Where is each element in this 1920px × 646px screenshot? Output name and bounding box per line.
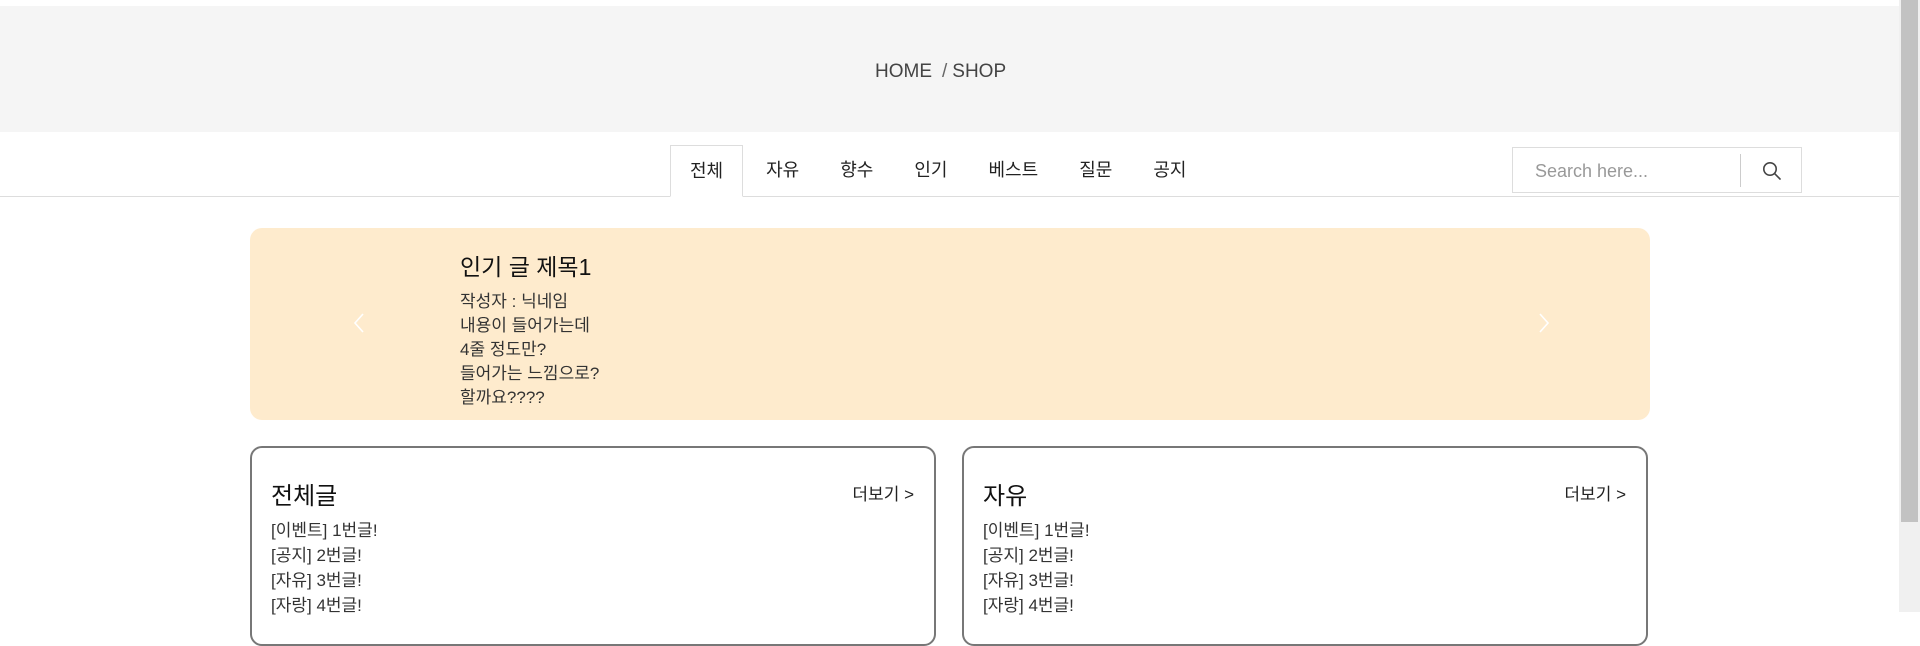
search-box	[1512, 147, 1802, 193]
slide-body-line: 할까요????	[460, 388, 545, 407]
category-tabs: 전체 자유 향수 인기 베스트 질문 공지	[670, 145, 1209, 197]
slide-body-line: 들어가는 느낌으로?	[460, 364, 600, 383]
tab-all[interactable]: 전체	[670, 145, 744, 197]
carousel-slide[interactable]: 인기 글 제목1 작성자 : 닉네임 내용이 들어가는데 4줄 정도만? 들어가…	[460, 248, 599, 410]
popular-posts-carousel: 인기 글 제목1 작성자 : 닉네임 내용이 들어가는데 4줄 정도만? 들어가…	[250, 228, 1650, 420]
breadcrumb-current: SHOP	[952, 61, 1007, 82]
search-icon	[1763, 162, 1781, 180]
board-title: 자유	[983, 483, 1028, 510]
search-input[interactable]	[1535, 158, 1733, 184]
post-item[interactable]: [공지] 2번글!	[271, 543, 378, 568]
search-button[interactable]	[1757, 156, 1787, 186]
board-card-free: 자유 더보기 > [이벤트] 1번글! [공지] 2번글! [자유] 3번글! …	[962, 446, 1648, 646]
board-more-link[interactable]: 더보기 >	[852, 480, 914, 505]
post-item[interactable]: [공지] 2번글!	[983, 543, 1090, 568]
breadcrumb: HOME / SHOP	[875, 61, 1006, 83]
board-more-link[interactable]: 더보기 >	[1564, 480, 1626, 505]
tab-popular[interactable]: 인기	[896, 145, 965, 196]
chevron-left-icon	[353, 313, 364, 333]
board-card-all: 전체글 더보기 > [이벤트] 1번글! [공지] 2번글! [자유] 3번글!…	[250, 446, 936, 646]
breadcrumb-home[interactable]: HOME	[875, 61, 932, 82]
post-item[interactable]: [자랑] 4번글!	[271, 593, 378, 618]
post-item[interactable]: [이벤트] 1번글!	[983, 518, 1090, 543]
slide-author: 작성자 : 닉네임	[460, 292, 569, 311]
carousel-prev-button[interactable]	[347, 308, 371, 338]
board-post-list: [이벤트] 1번글! [공지] 2번글! [자유] 3번글! [자랑] 4번글!	[271, 518, 378, 618]
tab-perfume[interactable]: 향수	[822, 145, 891, 196]
breadcrumb-separator: /	[942, 61, 948, 82]
post-item[interactable]: [자유] 3번글!	[271, 568, 378, 593]
post-item[interactable]: [자유] 3번글!	[983, 568, 1090, 593]
page-header: HOME / SHOP	[0, 6, 1899, 132]
tab-free[interactable]: 자유	[748, 145, 817, 196]
slide-body-line: 4줄 정도만?	[460, 340, 547, 359]
tab-question[interactable]: 질문	[1061, 145, 1130, 196]
board-post-list: [이벤트] 1번글! [공지] 2번글! [자유] 3번글! [자랑] 4번글!	[983, 518, 1090, 618]
chevron-right-icon	[1539, 313, 1550, 333]
search-divider	[1740, 154, 1741, 187]
post-item[interactable]: [이벤트] 1번글!	[271, 518, 378, 543]
post-item[interactable]: [자랑] 4번글!	[983, 593, 1090, 618]
slide-body-line: 내용이 들어가는데	[460, 316, 590, 335]
slide-title: 인기 글 제목1	[460, 254, 592, 280]
tab-notice[interactable]: 공지	[1135, 145, 1204, 196]
carousel-next-button[interactable]	[1532, 308, 1556, 338]
scrollbar-thumb[interactable]	[1901, 0, 1918, 522]
tab-best[interactable]: 베스트	[971, 145, 1057, 196]
slide-body: 내용이 들어가는데 4줄 정도만? 들어가는 느낌으로? 할까요????	[460, 314, 599, 410]
board-title: 전체글	[271, 483, 338, 510]
